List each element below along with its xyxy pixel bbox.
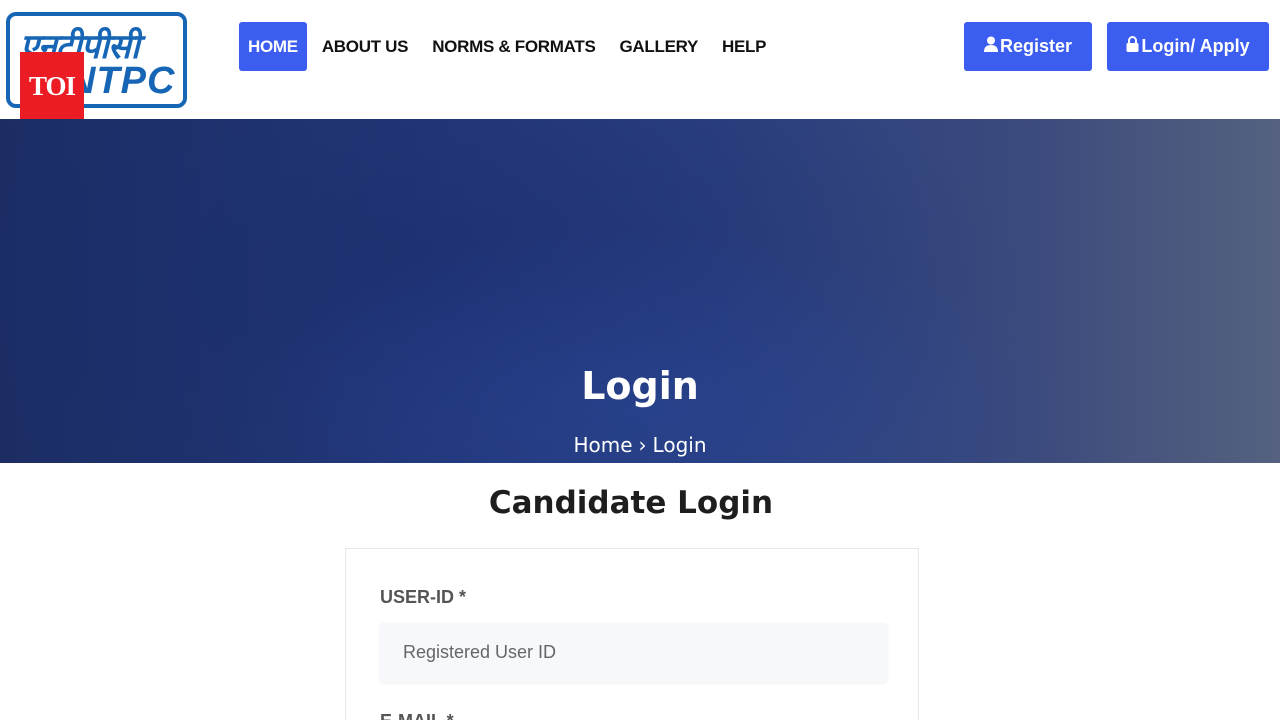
main-nav: HOME ABOUT US NORMS & FORMATS GALLERY HE… [239,22,781,71]
toi-badge: TOI [20,52,84,120]
breadcrumb-home[interactable]: Home [573,433,632,457]
nav-item-home[interactable]: HOME [239,22,307,71]
email-label: E-MAIL * [380,711,454,720]
user-id-input[interactable] [380,623,887,682]
candidate-login-heading: Candidate Login [488,485,774,521]
site-header: एनटीपीसी NTPC TOI HOME ABOUT US NORMS & … [0,0,1280,120]
page-title: Login [581,364,699,408]
user-icon [983,36,998,57]
nav-item-norms-formats[interactable]: NORMS & FORMATS [423,22,604,71]
page-banner: Login Home › Login [0,119,1280,463]
nav-item-help[interactable]: HELP [713,22,775,71]
nav-item-about-us[interactable]: ABOUT US [313,22,417,71]
register-button[interactable]: Register [964,22,1092,71]
lock-icon [1126,36,1139,57]
breadcrumb: Home › Login [0,433,1280,457]
nav-item-gallery[interactable]: GALLERY [611,22,708,71]
register-button-label: Register [999,36,1073,56]
breadcrumb-separator-icon: › [638,433,647,457]
login-apply-button-label: Login/ Apply [1141,36,1250,56]
logo-latin-text: NTPC [68,60,176,102]
login-form-card: USER-ID * E-MAIL * [345,548,919,720]
breadcrumb-current: Login [652,433,707,457]
login-apply-button[interactable]: Login/ Apply [1107,22,1269,71]
user-id-label: USER-ID * [380,587,467,607]
